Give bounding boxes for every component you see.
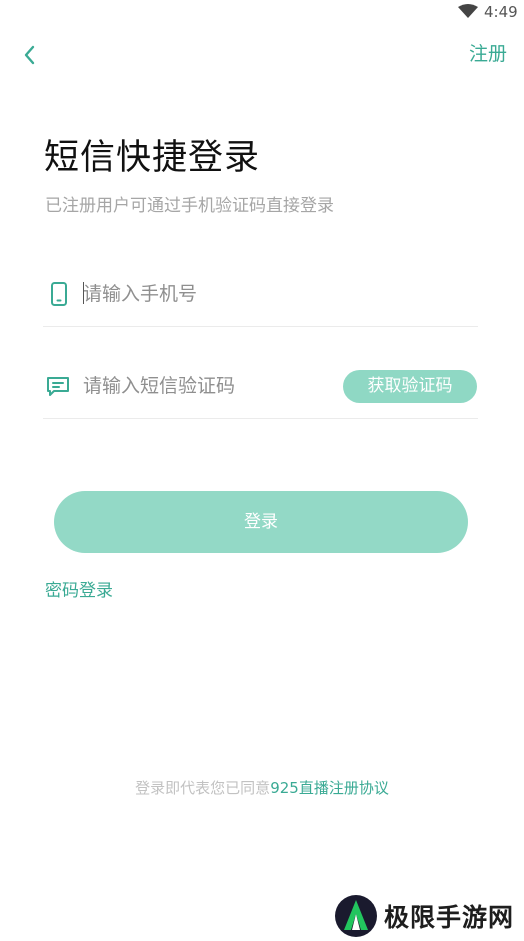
chevron-left-icon (24, 45, 35, 65)
phone-input-row (43, 266, 478, 327)
page-title: 短信快捷登录 (44, 138, 261, 178)
text-caret (83, 282, 84, 304)
watermark: 极限手游网 (334, 893, 514, 939)
watermark-logo (335, 895, 377, 937)
wifi-icon (458, 4, 478, 18)
agreement-text: 登录即代表您已同意 (135, 779, 271, 797)
get-code-button[interactable]: 获取验证码 (343, 370, 477, 403)
phone-icon (51, 282, 67, 306)
login-page: 4:49 注册 短信快捷登录 已注册用户可通过手机验证码直接登录 获取验证码 登… (0, 0, 524, 941)
status-bar: 4:49 (0, 0, 524, 24)
message-icon (47, 377, 69, 396)
register-link[interactable]: 注册 (469, 40, 507, 68)
code-input-row: 获取验证码 (43, 358, 478, 419)
watermark-text: 极限手游网 (384, 903, 515, 932)
status-time: 4:49 (484, 3, 518, 21)
agreement-link[interactable]: 925直播注册协议 (270, 779, 389, 797)
agreement: 登录即代表您已同意925直播注册协议 (0, 777, 524, 799)
sms-code-input[interactable] (83, 370, 333, 402)
login-button[interactable]: 登录 (54, 491, 468, 553)
page-subtitle: 已注册用户可通过手机验证码直接登录 (45, 196, 334, 216)
phone-input[interactable] (83, 278, 463, 310)
back-button[interactable] (12, 38, 46, 72)
password-login-link[interactable]: 密码登录 (45, 578, 113, 604)
